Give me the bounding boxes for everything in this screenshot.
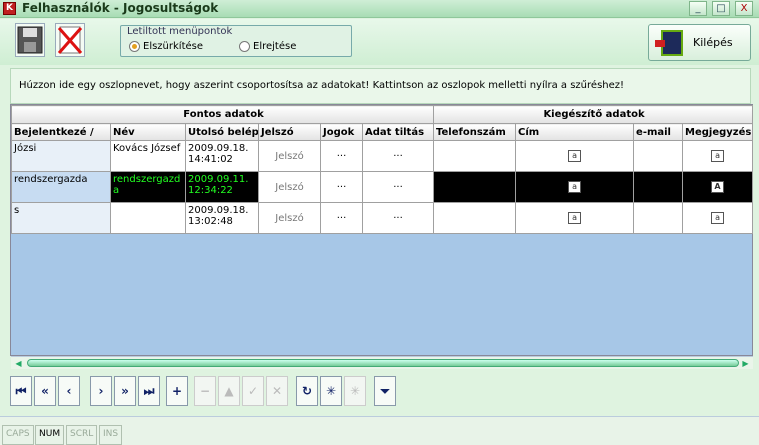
col-email[interactable]: e-mail — [633, 123, 684, 141]
prev-record-button[interactable]: ‹ — [58, 376, 80, 406]
cell-email[interactable] — [633, 202, 684, 234]
cell-name[interactable]: rendszergazd a — [110, 171, 186, 203]
caps-indicator: CAPS — [2, 425, 34, 445]
col-name[interactable]: Név — [110, 123, 186, 141]
memo-icon[interactable]: a — [711, 212, 725, 224]
disabled-menu-group: Letiltott menüpontok Elszürkítése Elrejt… — [120, 25, 352, 57]
next-page-button[interactable]: » — [114, 376, 136, 406]
radio-dot-icon — [129, 41, 140, 52]
exit-button[interactable]: Kilépés — [648, 24, 751, 61]
ins-indicator: INS — [99, 425, 123, 445]
block-button[interactable]: ··· — [361, 171, 435, 203]
cell-note[interactable]: A — [682, 171, 754, 203]
cell-login[interactable]: rendszergazda — [11, 171, 111, 203]
next-record-button[interactable]: › — [90, 376, 112, 406]
post-button[interactable]: ✓ — [242, 376, 264, 406]
prev-page-button[interactable]: « — [34, 376, 56, 406]
filter-button[interactable]: ⏷ — [374, 376, 396, 406]
memo-icon[interactable]: a — [711, 150, 725, 162]
table-row[interactable]: s 2009.09.18. 13:02:48 Jelszó ··· ··· a … — [11, 202, 754, 234]
edit-button[interactable]: ▲ — [218, 376, 240, 406]
band-important[interactable]: Fontos adatok — [10, 105, 435, 124]
memo-icon[interactable]: A — [711, 181, 725, 193]
col-data-block[interactable]: Adat tiltás — [361, 123, 435, 141]
cell-address[interactable]: a — [515, 171, 635, 203]
col-password[interactable]: Jelszó — [258, 123, 321, 141]
rights-button[interactable]: ··· — [320, 140, 363, 172]
insert-button[interactable]: + — [166, 376, 188, 406]
radio-gray-out[interactable]: Elszürkítése — [129, 41, 203, 52]
sort-icon: / — [89, 126, 94, 138]
cell-phone[interactable] — [433, 202, 517, 234]
cell-phone[interactable] — [433, 140, 517, 172]
col-login[interactable]: Bejelentkezé / — [11, 123, 111, 141]
cell-note[interactable]: a — [682, 140, 754, 172]
cell-name[interactable]: Kovács József — [110, 140, 186, 172]
cell-login[interactable]: s — [11, 202, 111, 234]
users-grid: Fontos adatok Kiegészítő adatok Bejelent… — [10, 104, 754, 356]
table-row-selected[interactable]: rendszergazda rendszergazd a 2009.09.11.… — [11, 171, 754, 203]
col-phone[interactable]: Telefonszám — [433, 123, 517, 141]
refresh-button[interactable]: ↻ — [296, 376, 318, 406]
group-title: Letiltott menüpontok — [127, 26, 233, 37]
cell-last-login[interactable]: 2009.09.18. 14:41:02 — [185, 140, 259, 172]
maximize-button[interactable]: □ — [712, 1, 730, 16]
window-title: Felhasználók - Jogosultságok — [22, 1, 219, 15]
cell-note[interactable]: a — [682, 202, 754, 234]
memo-icon[interactable]: a — [568, 212, 582, 224]
password-button[interactable]: Jelszó — [258, 202, 321, 234]
table-row[interactable]: Józsi Kovács József 2009.09.18. 14:41:02… — [11, 140, 754, 172]
cell-email[interactable] — [633, 140, 684, 172]
col-note[interactable]: Megjegyzés — [682, 123, 754, 141]
band-extra[interactable]: Kiegészítő adatok — [433, 105, 754, 124]
scrl-indicator: SCRL — [66, 425, 98, 445]
col-rights[interactable]: Jogok — [320, 123, 363, 141]
app-icon[interactable]: K — [3, 2, 16, 15]
cancel-button[interactable]: ✕ — [266, 376, 288, 406]
cell-name[interactable] — [110, 202, 186, 234]
scroll-right-icon[interactable]: ▶ — [740, 358, 751, 369]
scroll-thumb[interactable] — [27, 359, 739, 367]
goto-bookmark-button[interactable]: ✳ — [344, 376, 366, 406]
title-bar: K Felhasználók - Jogosultságok _ □ X — [0, 0, 759, 18]
floppy-save-icon[interactable] — [15, 23, 45, 57]
radio-dot-icon — [239, 41, 250, 52]
cell-login[interactable]: Józsi — [11, 140, 111, 172]
delete-cross-icon[interactable] — [55, 23, 85, 57]
group-by-panel[interactable]: Húzzon ide egy oszlopnevet, hogy aszerin… — [10, 68, 751, 104]
rights-button[interactable]: ··· — [320, 202, 363, 234]
last-record-button[interactable]: ⏭ — [138, 376, 160, 406]
col-address[interactable]: Cím — [515, 123, 635, 141]
memo-icon[interactable]: a — [568, 181, 582, 193]
block-button[interactable]: ··· — [361, 140, 435, 172]
cell-email[interactable] — [633, 171, 684, 203]
first-record-button[interactable]: ⏮ — [10, 376, 32, 406]
record-navigator: ⏮ « ‹ › » ⏭ + − ▲ ✓ ✕ ↻ ✳ ✳ ⏷ — [10, 376, 404, 406]
cell-phone[interactable] — [433, 171, 517, 203]
cell-last-login[interactable]: 2009.09.11. 12:34:22 — [185, 171, 259, 203]
password-button[interactable]: Jelszó — [258, 171, 321, 203]
bookmark-button[interactable]: ✳ — [320, 376, 342, 406]
password-button[interactable]: Jelszó — [258, 140, 321, 172]
cell-address[interactable]: a — [515, 140, 635, 172]
memo-icon[interactable]: a — [568, 150, 582, 162]
close-button[interactable]: X — [735, 1, 753, 16]
minimize-button[interactable]: _ — [689, 1, 707, 16]
rights-button[interactable]: ··· — [320, 171, 363, 203]
cell-address[interactable]: a — [515, 202, 635, 234]
cell-last-login[interactable]: 2009.09.18. 13:02:48 — [185, 202, 259, 234]
radio-hide[interactable]: Elrejtése — [239, 41, 296, 52]
col-last-login[interactable]: Utolsó belép — [185, 123, 259, 141]
delete-button[interactable]: − — [194, 376, 216, 406]
scroll-left-icon[interactable]: ◀ — [13, 358, 24, 369]
block-button[interactable]: ··· — [361, 202, 435, 234]
exit-door-icon — [655, 29, 683, 56]
status-bar: CAPS NUM SCRL INS — [0, 416, 759, 445]
num-indicator: NUM — [35, 425, 65, 445]
horizontal-scrollbar[interactable]: ◀ ▶ — [11, 356, 753, 369]
toolbar: Letiltott menüpontok Elszürkítése Elrejt… — [0, 19, 759, 65]
